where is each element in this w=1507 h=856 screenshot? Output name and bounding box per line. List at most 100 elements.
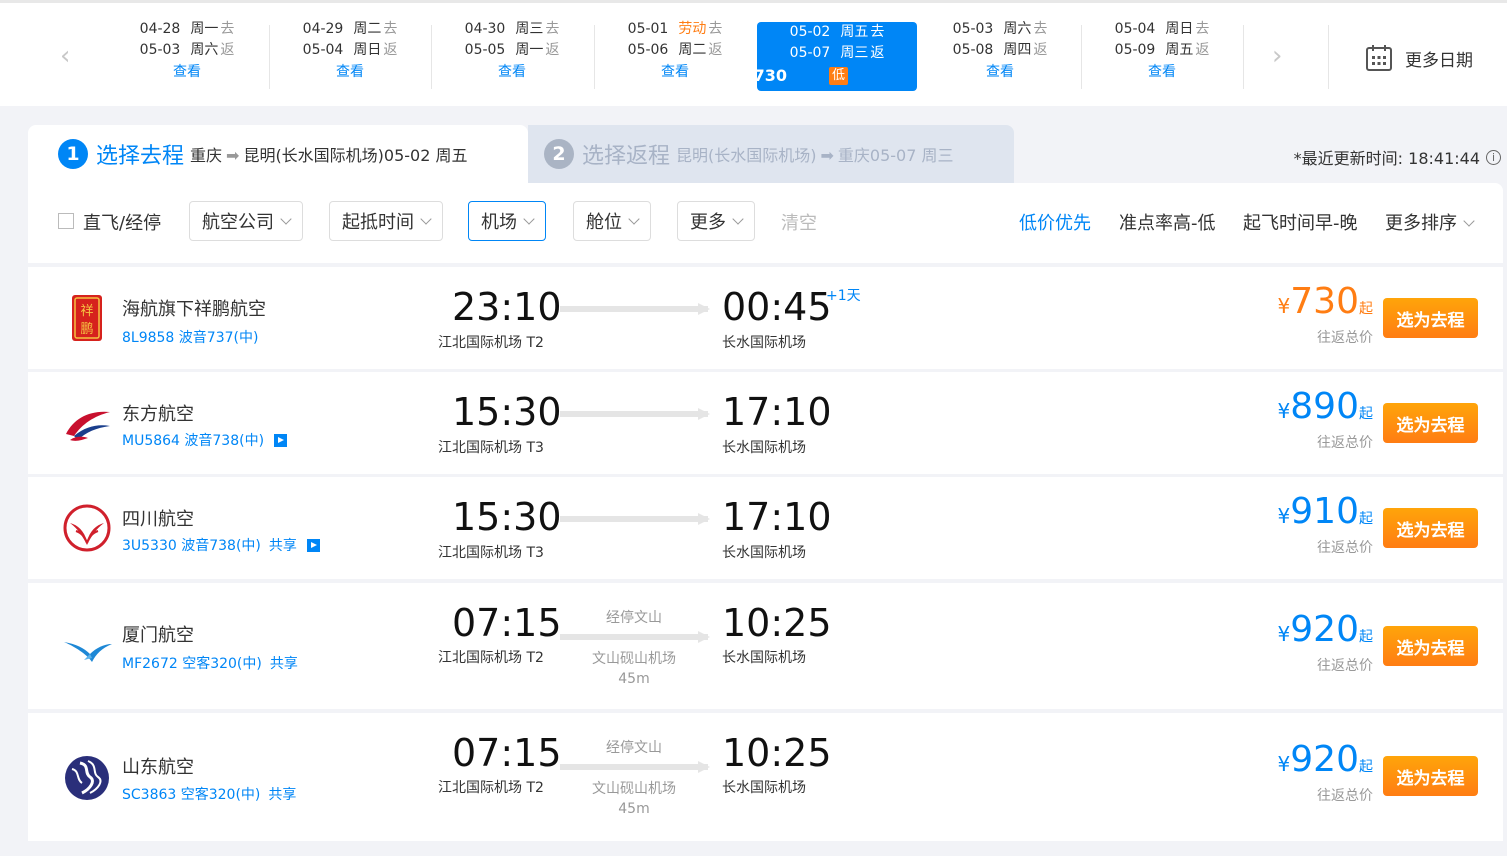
- date-option[interactable]: 05-03 周六去 05-08 周四返 查看: [920, 19, 1080, 89]
- arrow-right-icon: ➡: [226, 146, 240, 165]
- airport-filter-dropdown[interactable]: 机场: [468, 201, 546, 241]
- tab-return[interactable]: 2 选择返程 昆明(长水国际机场) ➡ 重庆05-07 周三: [528, 125, 1014, 183]
- view-link[interactable]: 查看: [270, 61, 430, 83]
- view-link[interactable]: 查看: [920, 61, 1080, 83]
- more-sort-dropdown[interactable]: 更多排序: [1385, 209, 1475, 235]
- cabin-filter-dropdown[interactable]: 舱位: [573, 201, 651, 241]
- dep-date: 05-03: [952, 21, 994, 37]
- dep-date: 04-28: [139, 21, 181, 37]
- currency: ¥: [1277, 294, 1291, 318]
- route-to: 重庆05-07 周三: [837, 146, 954, 165]
- flight-row[interactable]: 山东航空 SC3863 空客320(中) 共享 07:15 江北国际机场 T2 经…: [28, 713, 1503, 841]
- stopover-airport: 文山砚山机场: [592, 781, 676, 797]
- flight-number[interactable]: SC3863 空客320(中) 共享: [122, 784, 296, 804]
- sort-ontime-rate[interactable]: 准点率高-低: [1119, 209, 1216, 235]
- direct-flight-label[interactable]: 直飞/经停: [83, 209, 161, 235]
- airline-filter-dropdown[interactable]: 航空公司: [189, 201, 303, 241]
- price: ¥890起: [1278, 386, 1373, 427]
- flight-number[interactable]: 3U5330 波音738(中) 共享: [122, 535, 320, 555]
- tab-outbound[interactable]: 1 选择去程 重庆 ➡ 昆明(长水国际机场)05-02 周五: [28, 125, 528, 183]
- airline-name: 山东航空: [122, 757, 194, 778]
- dep-dow: 周五: [840, 24, 869, 40]
- flight-row[interactable]: 东方航空 MU5864 波音738(中) 15:30 江北国际机场 T3 17:…: [28, 372, 1503, 474]
- price: ¥920起: [1278, 739, 1373, 780]
- select-outbound-button[interactable]: 选为去程: [1383, 298, 1478, 338]
- flight-row[interactable]: 祥 鹏 海航旗下祥鹏航空 8L9858 波音737(中) 23:10 江北国际机…: [28, 267, 1503, 369]
- next-dates-arrow-icon[interactable]: ›: [1272, 43, 1282, 69]
- view-link[interactable]: 查看: [432, 61, 592, 83]
- price-from: 起: [1359, 406, 1373, 422]
- flight-number-text: 3U5330 波音738(中): [122, 538, 261, 554]
- sort-departure-time[interactable]: 起飞时间早-晚: [1243, 209, 1358, 235]
- flight-number[interactable]: 8L9858 波音737(中): [122, 327, 258, 347]
- play-icon[interactable]: [306, 539, 320, 552]
- arrival-time: 10:25: [722, 731, 832, 775]
- last-update-time: *最近更新时间: 18:41:44 i: [1294, 145, 1501, 169]
- more-dates-label: 更多日期: [1405, 50, 1473, 71]
- codeshare-label: 共享: [269, 656, 298, 672]
- stopover-label: 经停文山: [606, 610, 662, 626]
- date-option[interactable]: 04-29 周二去 05-04 周日返 查看: [270, 19, 430, 89]
- date-option[interactable]: 04-28 周一去 05-03 周六返 查看: [107, 19, 267, 89]
- direct-flight-checkbox[interactable]: [58, 213, 74, 229]
- filter-label: 航空公司: [202, 212, 274, 233]
- route-to: 昆明(长水国际机场)05-02 周五: [243, 146, 468, 165]
- info-icon[interactable]: i: [1486, 149, 1501, 165]
- currency: ¥: [1277, 752, 1291, 776]
- arrival-time: 17:10: [722, 390, 832, 434]
- play-icon[interactable]: [274, 434, 288, 447]
- dep-tag: 去: [1033, 21, 1048, 37]
- select-outbound-button[interactable]: 选为去程: [1383, 626, 1478, 666]
- filter-label: 起抵时间: [342, 212, 414, 233]
- view-link[interactable]: 查看: [1082, 61, 1242, 83]
- flight-path-line: [560, 303, 710, 315]
- ret-dow: 周日: [353, 42, 382, 58]
- currency: ¥: [1277, 504, 1291, 528]
- ret-tag: 返: [383, 42, 398, 58]
- stopover-airport: 文山砚山机场: [592, 651, 676, 667]
- chevron-down-icon: [732, 213, 744, 225]
- more-dates-button[interactable]: 更多日期: [1365, 43, 1473, 73]
- ret-tag: 返: [545, 42, 560, 58]
- departure-time: 07:15: [452, 601, 562, 645]
- flight-path-line: [560, 631, 710, 643]
- flight-path-line: [560, 761, 710, 773]
- departure-time: 15:30: [452, 390, 562, 434]
- flight-row[interactable]: 厦门航空 MF2672 空客320(中) 共享 07:15 江北国际机场 T2 经…: [28, 583, 1503, 709]
- chevron-down-icon: [628, 213, 640, 225]
- price-value: 910: [1290, 491, 1359, 532]
- prev-dates-arrow-icon[interactable]: ‹: [60, 43, 70, 69]
- ret-dow: 周四: [1003, 42, 1032, 58]
- view-link[interactable]: 查看: [107, 61, 267, 83]
- time-filter-dropdown[interactable]: 起抵时间: [329, 201, 443, 241]
- date-option[interactable]: 04-30 周三去 05-05 周一返 查看: [432, 19, 592, 89]
- flight-path-line: [560, 408, 710, 420]
- filter-label: 机场: [481, 212, 517, 233]
- view-link[interactable]: 查看: [595, 61, 755, 83]
- ret-dow: 周五: [1165, 42, 1194, 58]
- next-day-badge: +1天: [826, 288, 861, 304]
- clear-filters-button[interactable]: 清空: [781, 209, 817, 235]
- price-from: 起: [1359, 759, 1373, 775]
- flight-row[interactable]: 四川航空 3U5330 波音738(中) 共享 15:30 江北国际机场 T3 1…: [28, 477, 1503, 579]
- codeshare-label: 共享: [268, 787, 297, 803]
- select-outbound-button[interactable]: 选为去程: [1383, 403, 1478, 443]
- stopover-duration: 45m: [618, 801, 650, 817]
- select-outbound-button[interactable]: 选为去程: [1383, 508, 1478, 548]
- sort-price-low[interactable]: 低价优先: [1019, 209, 1091, 235]
- flight-number[interactable]: MU5864 波音738(中): [122, 430, 288, 450]
- departure-time: 15:30: [452, 495, 562, 539]
- round-trip-total-label: 往返总价: [1317, 540, 1373, 556]
- departure-airport: 江北国际机场 T3: [438, 440, 544, 456]
- date-option-selected[interactable]: 05-02 周五去 05-07 周三返 ¥730 低: [742, 22, 917, 91]
- date-strip: ‹ 04-28 周一去 05-03 周六返 查看 04-29 周二去 05-04 周日返…: [0, 0, 1507, 106]
- date-option[interactable]: 05-04 周日去 05-09 周五返 查看: [1082, 19, 1242, 89]
- flight-number[interactable]: MF2672 空客320(中) 共享: [122, 653, 298, 673]
- chinaeastern-logo-icon: [66, 411, 110, 441]
- price-value: 730: [1290, 281, 1359, 322]
- date-option[interactable]: 05-01 劳动去 05-06 周二返 查看: [595, 19, 755, 89]
- departure-time: 23:10: [452, 285, 562, 329]
- step-number: 2: [544, 139, 574, 169]
- more-filter-dropdown[interactable]: 更多: [677, 201, 755, 241]
- select-outbound-button[interactable]: 选为去程: [1383, 756, 1478, 796]
